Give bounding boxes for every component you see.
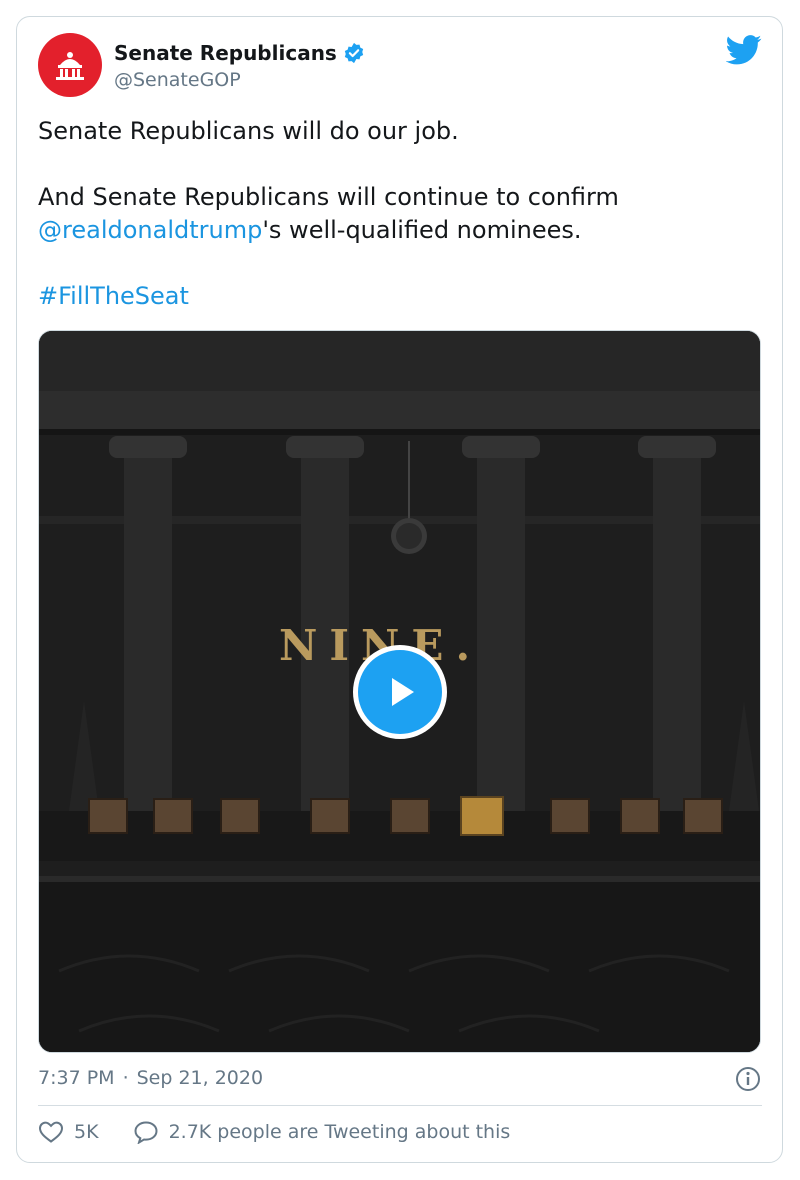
like-count: 5K [74, 1121, 99, 1143]
twitter-bird-icon[interactable] [726, 35, 762, 65]
like-button[interactable]: 5K [38, 1120, 99, 1144]
tweet-time: 7:37 PM [38, 1067, 115, 1089]
author-name[interactable]: Senate Republicans [114, 41, 365, 65]
play-button[interactable] [353, 645, 447, 739]
verified-badge-icon [344, 42, 364, 64]
divider [38, 1105, 762, 1106]
author-name-text: Senate Republicans [114, 41, 337, 65]
capitol-icon [56, 52, 84, 80]
tweeting-about-link[interactable]: 2.7K people are Tweeting about this [133, 1120, 511, 1144]
play-icon [392, 678, 414, 706]
meta-separator: · [122, 1067, 129, 1089]
info-icon[interactable] [734, 1065, 762, 1093]
tweet-line-1: Senate Republicans will do our job. [38, 117, 459, 145]
tweet-card: Senate Republicans @SenateGOP Senate Rep… [16, 16, 783, 1163]
tweet-actions: 5K 2.7K people are Tweeting about this [38, 1120, 544, 1144]
hashtag-link[interactable]: #FillTheSeat [38, 282, 189, 310]
tweet-text: Senate Republicans will do our job. And … [38, 115, 758, 313]
author-avatar[interactable] [38, 33, 102, 97]
tweet-line-2: And Senate Republicans will continue to … [38, 183, 619, 211]
tweet-timestamp[interactable]: 7:37 PM · Sep 21, 2020 [38, 1067, 263, 1089]
video-thumbnail[interactable]: NINE. [38, 330, 761, 1053]
tweet-line-3: 's well-qualified nominees. [262, 216, 582, 244]
mention-link[interactable]: @realdonaldtrump [38, 216, 262, 244]
heart-icon [38, 1121, 64, 1143]
author-handle[interactable]: @SenateGOP [114, 69, 241, 91]
comment-icon [134, 1121, 158, 1144]
tweeting-about-text: 2.7K people are Tweeting about this [168, 1121, 511, 1143]
tweet-date: Sep 21, 2020 [136, 1067, 264, 1089]
